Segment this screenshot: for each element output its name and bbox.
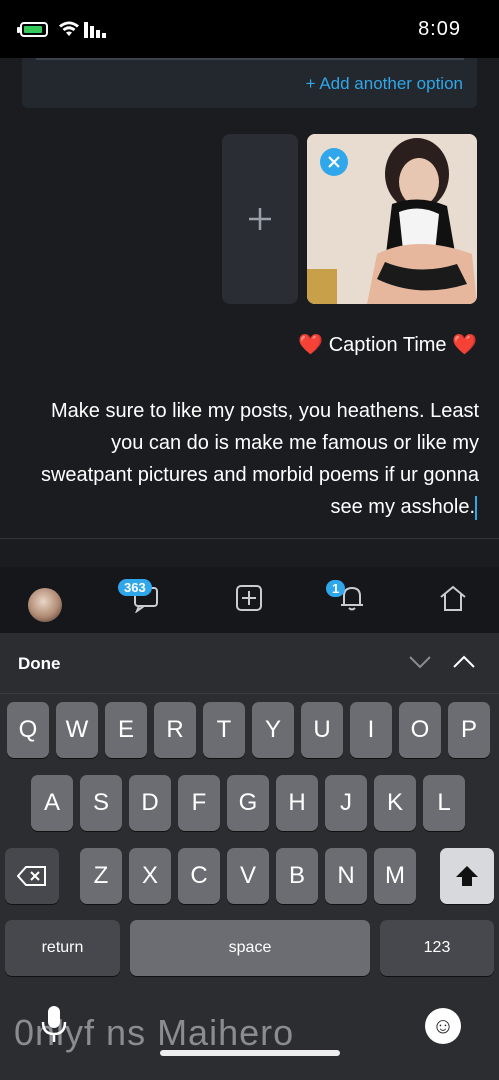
chevron-down-icon[interactable] [408,652,432,675]
add-option-link[interactable]: + Add another option [306,74,463,94]
key-w[interactable]: W [56,702,98,758]
chevron-up-icon[interactable] [452,652,476,675]
key-e[interactable]: E [105,702,147,758]
add-media-button[interactable] [222,134,298,304]
home-indicator [160,1050,340,1056]
caption-title[interactable]: ❤️ Caption Time ❤️ [298,332,477,357]
battery-icon [17,22,48,37]
plus-square-icon [236,585,262,611]
status-bar: 8:09 [0,0,499,58]
remove-photo-button[interactable] [320,148,348,176]
messages-button[interactable]: 363 [118,578,166,618]
composer-toolbar [0,539,499,567]
key-t[interactable]: T [203,702,245,758]
key-b[interactable]: B [276,848,318,904]
return-key[interactable]: return [5,920,120,976]
notifications-button[interactable]: 1 [326,578,372,618]
compose-button[interactable] [229,578,269,618]
key-m[interactable]: M [374,848,416,904]
key-k[interactable]: K [374,775,416,831]
wifi-icon [58,20,80,43]
space-key[interactable]: space [130,920,370,976]
key-n[interactable]: N [325,848,367,904]
status-time: 8:09 [418,18,461,40]
key-z[interactable]: Z [80,848,122,904]
key-v[interactable]: V [227,848,269,904]
key-q[interactable]: Q [7,702,49,758]
delete-key[interactable] [5,848,59,904]
key-d[interactable]: D [129,775,171,831]
close-icon [328,156,340,168]
done-button[interactable]: Done [18,654,61,674]
key-s[interactable]: S [80,775,122,831]
key-p[interactable]: P [448,702,490,758]
key-a[interactable]: A [31,775,73,831]
numbers-key[interactable]: 123 [380,920,494,976]
microphone-icon[interactable] [40,1004,68,1044]
plus-icon [249,208,271,230]
key-r[interactable]: R [154,702,196,758]
post-body-input[interactable]: Make sure to like my posts, you heathens… [24,395,479,523]
key-g[interactable]: G [227,775,269,831]
home-icon [440,585,466,611]
key-i[interactable]: I [350,702,392,758]
post-body-text: Make sure to like my posts, you heathens… [40,400,479,518]
key-h[interactable]: H [276,775,318,831]
profile-avatar[interactable] [28,588,62,622]
shift-icon [456,866,478,886]
signal-icon [84,20,106,38]
poll-option-field[interactable] [36,58,464,60]
shift-key[interactable] [440,848,494,904]
key-o[interactable]: O [399,702,441,758]
key-l[interactable]: L [423,775,465,831]
key-x[interactable]: X [129,848,171,904]
key-f[interactable]: F [178,775,220,831]
emoji-icon[interactable]: ☺ [425,1008,461,1044]
backspace-icon [17,866,46,886]
text-cursor [475,495,477,520]
key-y[interactable]: Y [252,702,294,758]
notifications-badge: 1 [326,580,346,597]
home-button[interactable] [433,578,473,618]
key-c[interactable]: C [178,848,220,904]
key-u[interactable]: U [301,702,343,758]
key-j[interactable]: J [325,775,367,831]
messages-badge: 363 [118,579,152,596]
